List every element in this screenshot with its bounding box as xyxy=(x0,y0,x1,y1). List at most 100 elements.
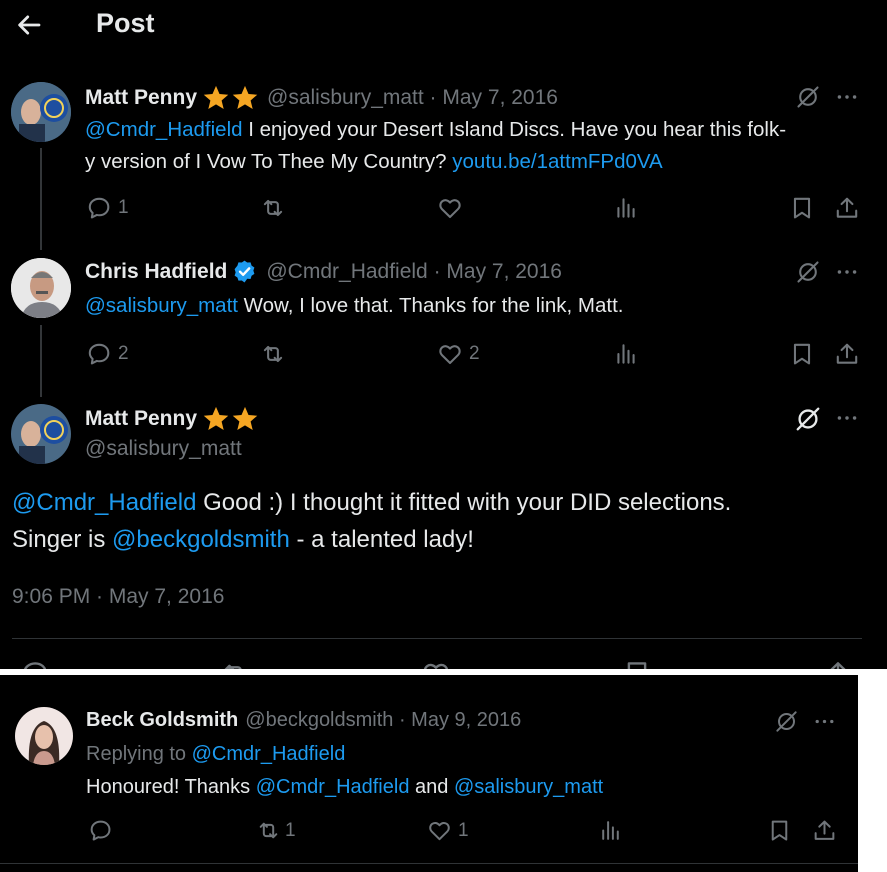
text: Honoured! Thanks xyxy=(86,776,256,798)
like-count: 2 xyxy=(469,343,480,364)
author-name[interactable]: Chris Hadfield xyxy=(85,260,227,284)
mention-link[interactable]: @Cmdr_Hadfield xyxy=(85,118,243,141)
like-button[interactable]: 1 xyxy=(427,818,469,843)
grok-button[interactable] xyxy=(795,259,821,285)
share-icon xyxy=(812,818,837,843)
mention-link[interactable]: @salisbury_matt xyxy=(85,294,238,317)
more-button[interactable] xyxy=(812,709,837,734)
reply-tweet[interactable]: Beck Goldsmith @beckgoldsmith · May 9, 2… xyxy=(0,675,858,872)
text: Good :) I thought it fitted with your DI… xyxy=(196,489,732,516)
reply-button[interactable]: 1 xyxy=(86,195,129,221)
author-name[interactable]: Matt Penny xyxy=(85,86,197,110)
divider xyxy=(0,863,858,864)
avatar[interactable] xyxy=(11,82,71,142)
thread-line xyxy=(40,148,42,250)
views-button[interactable] xyxy=(613,341,639,367)
retweet-button[interactable]: 1 xyxy=(256,818,296,843)
retweet-button[interactable] xyxy=(260,195,286,221)
grok-icon xyxy=(774,709,799,734)
reply-button[interactable] xyxy=(88,818,113,843)
avatar[interactable] xyxy=(15,707,73,765)
tweet-text: @Cmdr_Hadfield I enjoyed your Desert Isl… xyxy=(85,114,865,178)
verified-icon xyxy=(232,259,257,284)
text: and xyxy=(409,776,454,798)
avatar[interactable] xyxy=(11,258,71,318)
share-icon xyxy=(834,195,860,221)
author-meta[interactable]: @beckgoldsmith · May 9, 2016 xyxy=(245,709,521,732)
url-link[interactable]: youtu.be/1attmFPd0VA xyxy=(452,150,662,173)
like-count: 1 xyxy=(458,819,469,841)
more-icon xyxy=(834,84,860,110)
tweet-timestamp[interactable]: 9:06 PM · May 7, 2016 xyxy=(12,585,224,609)
views-icon xyxy=(598,818,623,843)
clipped-actions xyxy=(0,655,887,670)
tweet-text: @Cmdr_Hadfield Good :) I thought it fitt… xyxy=(12,484,872,558)
bookmark-button[interactable] xyxy=(767,818,792,843)
grok-button[interactable] xyxy=(774,709,799,734)
grok-button[interactable] xyxy=(794,405,822,433)
star-icon xyxy=(231,405,259,433)
star-icon xyxy=(202,84,230,112)
retweet-count: 1 xyxy=(285,819,296,841)
author-name[interactable]: Beck Goldsmith xyxy=(86,709,238,732)
retweet-icon xyxy=(260,341,286,367)
share-icon xyxy=(834,341,860,367)
share-button[interactable] xyxy=(812,818,837,843)
text: Wow, I love that. Thanks for the link, M… xyxy=(237,294,624,317)
replying-to: Replying to @Cmdr_Hadfield xyxy=(86,738,345,770)
retweet-button[interactable] xyxy=(260,341,286,367)
share-button[interactable] xyxy=(834,195,860,221)
grok-icon xyxy=(795,259,821,285)
reply-icon xyxy=(88,818,113,843)
bookmark-button[interactable] xyxy=(789,195,815,221)
tweet-text: Honoured! Thanks @Cmdr_Hadfield and @sal… xyxy=(86,771,603,803)
text: Singer is xyxy=(12,526,113,553)
like-button[interactable] xyxy=(437,195,463,221)
mention-link[interactable]: @Cmdr_Hadfield xyxy=(256,776,410,798)
grok-icon xyxy=(795,84,821,110)
like-icon xyxy=(437,341,463,367)
mention-link[interactable]: @beckgoldsmith xyxy=(112,526,290,553)
text: y version of I Vow To Thee My Country? xyxy=(85,150,453,173)
author-handle[interactable]: @salisbury_matt xyxy=(85,437,242,461)
mention-link[interactable]: @Cmdr_Hadfield xyxy=(192,743,346,765)
author-meta[interactable]: @Cmdr_Hadfield · May 7, 2016 xyxy=(266,260,562,284)
star-icon xyxy=(231,84,259,112)
like-button[interactable]: 2 xyxy=(437,341,480,367)
more-button[interactable] xyxy=(834,259,860,285)
author-name[interactable]: Matt Penny xyxy=(85,407,197,431)
tweet-header: Chris Hadfield @Cmdr_Hadfield · May 7, 2… xyxy=(85,259,562,284)
retweet-icon xyxy=(260,195,286,221)
reply-count: 1 xyxy=(118,197,129,218)
bookmark-icon xyxy=(767,818,792,843)
back-arrow-icon xyxy=(18,15,41,35)
back-button[interactable] xyxy=(14,10,44,40)
author-meta[interactable]: @salisbury_matt · May 7, 2016 xyxy=(267,86,558,110)
bookmark-button[interactable] xyxy=(789,341,815,367)
grok-button[interactable] xyxy=(795,84,821,110)
more-icon xyxy=(834,405,860,431)
tweet-text: @salisbury_matt Wow, I love that. Thanks… xyxy=(85,290,865,322)
bookmark-icon xyxy=(789,341,815,367)
views-button[interactable] xyxy=(613,195,639,221)
reply-icon xyxy=(86,341,112,367)
grok-icon xyxy=(794,405,822,433)
more-icon xyxy=(834,259,860,285)
text: - a talented lady! xyxy=(289,526,474,553)
avatar[interactable] xyxy=(11,404,71,464)
text: Replying to xyxy=(86,743,192,765)
thread-line xyxy=(40,325,42,397)
mention-link[interactable]: @Cmdr_Hadfield xyxy=(12,489,196,516)
reply-button[interactable]: 2 xyxy=(86,341,129,367)
text: I enjoyed your Desert Island Discs. Have… xyxy=(242,118,787,141)
page-title: Post xyxy=(96,8,155,38)
views-button[interactable] xyxy=(598,818,623,843)
screenshot-edge xyxy=(858,675,887,872)
divider xyxy=(12,638,862,639)
mention-link[interactable]: @salisbury_matt xyxy=(454,776,603,798)
more-button[interactable] xyxy=(834,84,860,110)
like-icon xyxy=(437,195,463,221)
views-icon xyxy=(613,195,639,221)
more-button[interactable] xyxy=(834,405,860,431)
share-button[interactable] xyxy=(834,341,860,367)
